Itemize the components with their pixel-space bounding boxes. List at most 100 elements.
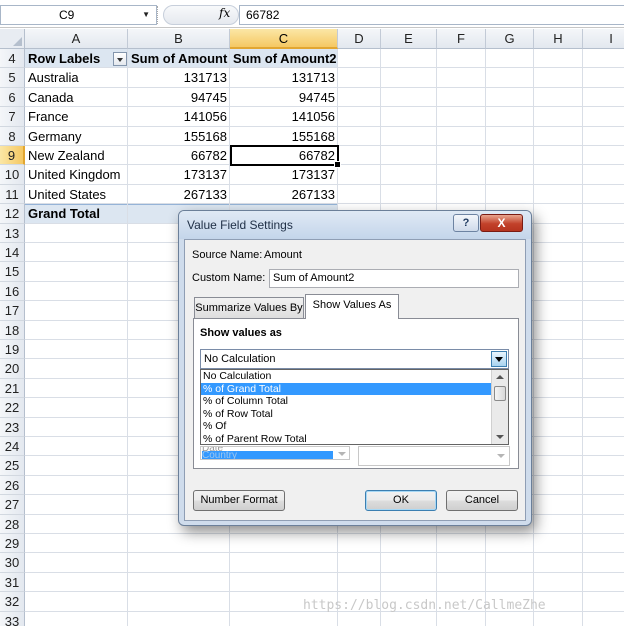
base-field-list[interactable]: DateCountry xyxy=(200,446,350,460)
active-cell-border xyxy=(230,145,341,168)
pivot-value-amount[interactable]: 94745 xyxy=(128,88,230,107)
row-header-6[interactable]: 6 xyxy=(0,87,25,108)
row-header-15[interactable]: 15 xyxy=(0,262,25,282)
pivot-row-label[interactable]: Germany xyxy=(25,127,128,146)
pivot-row-label[interactable]: Australia xyxy=(25,68,128,87)
row-header-10[interactable]: 10 xyxy=(0,165,25,185)
row-header-20[interactable]: 20 xyxy=(0,359,25,379)
column-header-c[interactable]: C xyxy=(230,29,338,49)
pivot-row-label[interactable]: Canada xyxy=(25,88,128,107)
base-item-list[interactable] xyxy=(358,446,510,466)
pivot-row-label[interactable]: United States xyxy=(25,185,128,204)
insert-function-icon[interactable]: fx xyxy=(219,6,230,20)
row-gridline xyxy=(25,552,624,554)
row-header-13[interactable]: 13 xyxy=(0,223,25,243)
base-field-option[interactable]: Country xyxy=(202,451,333,459)
show-values-as-dropdown[interactable]: % of Parent Row Total% Of% of Row Total%… xyxy=(200,369,509,445)
pivot-grand-total-label[interactable]: Grand Total xyxy=(25,204,128,223)
dropdown-option[interactable]: % of Grand Total xyxy=(201,382,492,396)
pivot-value-amount[interactable]: 131713 xyxy=(128,68,230,87)
row-header-28[interactable]: 28 xyxy=(0,514,25,534)
row-header-32[interactable]: 32 xyxy=(0,592,25,612)
row-header-33[interactable]: 33 xyxy=(0,611,25,626)
row-header-31[interactable]: 31 xyxy=(0,572,25,593)
pivot-value-amount[interactable]: 66782 xyxy=(128,146,230,165)
name-box-value: C9 xyxy=(59,8,75,22)
custom-name-field[interactable]: Sum of Amount2 xyxy=(269,269,519,288)
row-header-9[interactable]: 9 xyxy=(0,146,25,166)
row-header-17[interactable]: 17 xyxy=(0,301,25,321)
filter-dropdown-icon[interactable] xyxy=(113,52,127,66)
help-button[interactable]: ? xyxy=(453,214,479,232)
row-header-25[interactable]: 25 xyxy=(0,456,25,476)
column-header-d[interactable]: D xyxy=(338,29,381,49)
select-all-button[interactable] xyxy=(0,29,25,49)
row-header-18[interactable]: 18 xyxy=(0,320,25,340)
row-header-27[interactable]: 27 xyxy=(0,495,25,515)
number-format-button[interactable]: Number Format xyxy=(193,490,285,511)
row-header-8[interactable]: 8 xyxy=(0,126,25,146)
pivot-value-amount2[interactable]: 131713 xyxy=(230,68,338,87)
column-header-a[interactable]: A xyxy=(25,29,128,49)
chevron-down-icon[interactable]: ▼ xyxy=(142,6,150,24)
dropdown-option[interactable]: % Of xyxy=(201,420,492,433)
row-header-19[interactable]: 19 xyxy=(0,340,25,360)
row-header-4[interactable]: 4 xyxy=(0,49,25,69)
show-values-as-select[interactable]: No Calculation xyxy=(200,349,509,369)
row-header-29[interactable]: 29 xyxy=(0,534,25,554)
dropdown-option[interactable]: % of Row Total xyxy=(201,408,492,421)
scroll-down-icon[interactable] xyxy=(496,435,504,439)
row-header-21[interactable]: 21 xyxy=(0,378,25,399)
ok-button[interactable]: OK xyxy=(365,490,437,511)
dropdown-option[interactable]: % of Column Total xyxy=(201,395,492,408)
pivot-header-sum-of-amount[interactable]: Sum of Amount xyxy=(128,49,230,68)
tab-show-values-as[interactable]: Show Values As xyxy=(305,294,399,319)
pivot-header-sum-of-amount2[interactable]: Sum of Amount2 xyxy=(230,49,338,68)
dialog-body: Source Name: Amount Custom Name: Sum of … xyxy=(184,239,526,521)
column-header-h[interactable]: H xyxy=(534,29,583,49)
dropdown-scrollbar[interactable] xyxy=(491,370,508,444)
row-header-11[interactable]: 11 xyxy=(0,184,25,205)
row-header-5[interactable]: 5 xyxy=(0,68,25,88)
dropdown-option[interactable]: No Calculation xyxy=(201,370,492,383)
row-header-14[interactable]: 14 xyxy=(0,243,25,263)
pivot-value-amount2[interactable]: 155168 xyxy=(230,127,338,146)
column-header-e[interactable]: E xyxy=(381,29,437,49)
section-title: Show values as xyxy=(200,327,282,339)
pivot-row-label[interactable]: New Zealand xyxy=(25,146,128,165)
dialog-titlebar[interactable]: Value Field Settings ? X xyxy=(179,211,531,239)
pivot-value-amount[interactable]: 141056 xyxy=(128,107,230,126)
pivot-row-label[interactable]: United Kingdom xyxy=(25,165,128,184)
column-header-f[interactable]: F xyxy=(437,29,486,49)
row-header-22[interactable]: 22 xyxy=(0,398,25,418)
row-header-23[interactable]: 23 xyxy=(0,417,25,437)
scrollbar-thumb[interactable] xyxy=(494,386,506,401)
row-header-30[interactable]: 30 xyxy=(0,553,25,573)
pivot-value-amount2[interactable]: 141056 xyxy=(230,107,338,126)
cancel-button[interactable]: Cancel xyxy=(446,490,518,511)
chevron-down-icon[interactable] xyxy=(491,351,507,367)
formula-input[interactable]: 66782 xyxy=(239,5,624,25)
row-header-24[interactable]: 24 xyxy=(0,437,25,457)
pivot-value-amount[interactable]: 267133 xyxy=(128,185,230,204)
name-box[interactable]: C9 ▼ xyxy=(0,5,157,25)
pivot-row-label[interactable]: France xyxy=(25,107,128,126)
pivot-value-amount[interactable]: 155168 xyxy=(128,127,230,146)
close-button[interactable]: X xyxy=(480,214,523,232)
row-header-16[interactable]: 16 xyxy=(0,281,25,302)
column-header-g[interactable]: G xyxy=(486,29,534,49)
row-header-26[interactable]: 26 xyxy=(0,475,25,496)
column-header-i[interactable]: I xyxy=(583,29,624,49)
tab-summarize-values-by[interactable]: Summarize Values By xyxy=(194,297,304,318)
show-values-as-value: No Calculation xyxy=(204,353,276,365)
dropdown-option[interactable]: % of Parent Row Total xyxy=(201,433,492,444)
row-header-12[interactable]: 12 xyxy=(0,204,25,224)
row-header-7[interactable]: 7 xyxy=(0,107,25,127)
pivot-value-amount2[interactable]: 173137 xyxy=(230,165,338,184)
pivot-value-amount2[interactable]: 94745 xyxy=(230,88,338,107)
column-header-b[interactable]: B xyxy=(128,29,230,49)
dialog-title: Value Field Settings xyxy=(187,218,293,232)
pivot-value-amount2[interactable]: 267133 xyxy=(230,185,338,204)
pivot-value-amount[interactable]: 173137 xyxy=(128,165,230,184)
scroll-up-icon[interactable] xyxy=(496,375,504,379)
